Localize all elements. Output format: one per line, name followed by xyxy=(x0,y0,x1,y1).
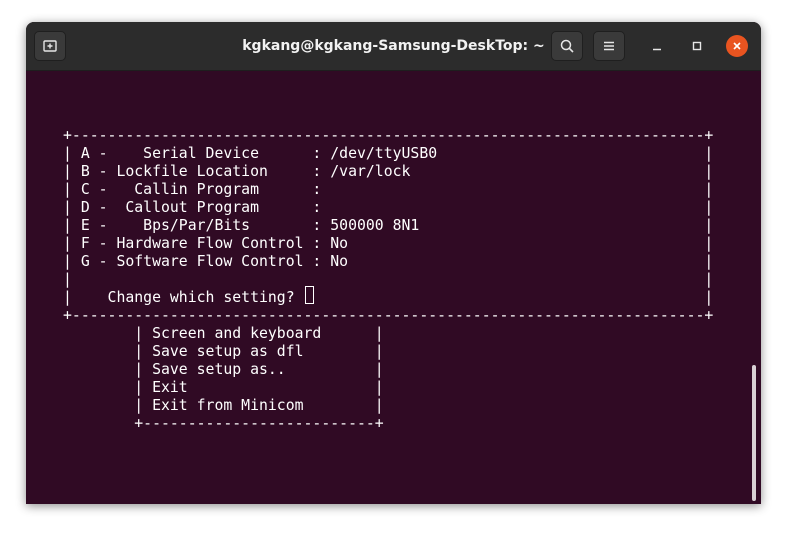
setting-hardware-flow-control: | F - Hardware Flow Control : No | xyxy=(63,235,714,252)
menu-bottom-border: +--------------------------+ xyxy=(63,415,384,432)
minicom-setup-screen: +---------------------------------------… xyxy=(63,127,713,433)
close-icon xyxy=(733,42,741,50)
menu-item-screen-and-keyboard: | Screen and keyboard | xyxy=(63,325,384,342)
new-tab-icon xyxy=(43,40,57,52)
window-title: kgkang@kgkang-Samsung-DeskTop: ~ xyxy=(242,38,545,54)
menu-item-save-setup-as: | Save setup as.. | xyxy=(63,361,384,378)
setting-callin-program: | C - Callin Program : | xyxy=(63,181,714,198)
maximize-icon xyxy=(692,41,702,51)
setting-lockfile-location: | B - Lockfile Location : /var/lock | xyxy=(63,163,714,180)
maximize-button[interactable] xyxy=(686,35,708,57)
menu-item-exit: | Exit | xyxy=(63,379,384,396)
terminal-window: kgkang@kgkang-Samsung-DeskTop: ~ +------… xyxy=(26,22,761,504)
close-button[interactable] xyxy=(726,35,748,57)
hamburger-menu-icon xyxy=(604,41,614,51)
menu-item-save-setup-dfl: | Save setup as dfl | xyxy=(63,343,384,360)
setting-software-flow-control: | G - Software Flow Control : No | xyxy=(63,253,714,270)
box-bottom-border: +---------------------------------------… xyxy=(63,307,714,324)
setting-prompt: | Change which setting? | xyxy=(63,289,714,306)
setting-bps-par-bits: | E - Bps/Par/Bits : 500000 8N1 | xyxy=(63,217,714,234)
new-tab-button[interactable] xyxy=(34,31,66,61)
setting-callout-program: | D - Callout Program : | xyxy=(63,199,714,216)
menu-item-exit-from-minicom: | Exit from Minicom | xyxy=(63,397,384,414)
box-top-border: +---------------------------------------… xyxy=(63,127,714,144)
setting-serial-device: | A - Serial Device : /dev/ttyUSB0 | xyxy=(63,145,714,162)
text-cursor xyxy=(305,286,314,304)
terminal-area[interactable]: +---------------------------------------… xyxy=(26,71,761,504)
menu-button[interactable] xyxy=(593,31,625,61)
search-button[interactable] xyxy=(551,31,583,61)
title-bar[interactable]: kgkang@kgkang-Samsung-DeskTop: ~ xyxy=(26,22,761,71)
search-icon xyxy=(560,39,574,53)
minimize-icon xyxy=(653,48,661,51)
scrollbar[interactable] xyxy=(752,365,756,501)
minimize-button[interactable] xyxy=(646,35,668,57)
box-blank-line: | | xyxy=(63,271,714,288)
